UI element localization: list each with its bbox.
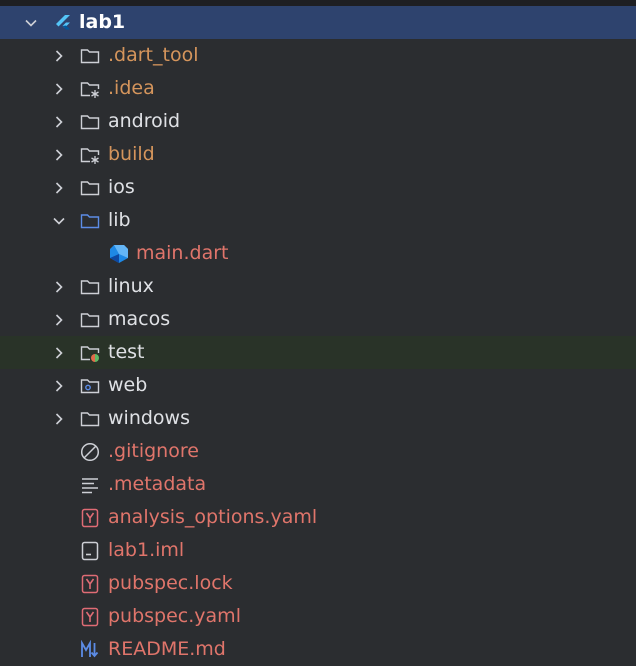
tree-row-readme[interactable]: README.md bbox=[0, 633, 636, 666]
chevron-right-icon[interactable] bbox=[52, 82, 66, 96]
tree-item-label: lab1.iml bbox=[108, 539, 185, 561]
tree-item-label: analysis_options.yaml bbox=[108, 506, 318, 528]
tree-row-analysis-options[interactable]: analysis_options.yaml bbox=[0, 501, 636, 534]
tree-row-lab1-iml[interactable]: lab1.iml bbox=[0, 534, 636, 567]
tree-row-test[interactable]: test bbox=[0, 336, 636, 369]
folder-config-icon bbox=[80, 79, 100, 99]
tree-row-main-dart[interactable]: main.dart bbox=[0, 237, 636, 270]
tree-item-label: .gitignore bbox=[108, 440, 199, 462]
tree-row-dart-tool[interactable]: .dart_tool bbox=[0, 39, 636, 72]
ignore-file-icon bbox=[80, 442, 100, 462]
tree-item-label: ios bbox=[108, 176, 135, 198]
test-folder-icon bbox=[80, 343, 100, 363]
tree-item-label: test bbox=[108, 341, 145, 363]
folder-config-icon bbox=[80, 145, 100, 165]
tree-row-gitignore[interactable]: .gitignore bbox=[0, 435, 636, 468]
chevron-right-icon[interactable] bbox=[52, 280, 66, 294]
tree-root-label: lab1 bbox=[79, 11, 126, 33]
flutter-icon bbox=[53, 13, 73, 33]
chevron-right-icon[interactable] bbox=[52, 49, 66, 63]
folder-icon bbox=[80, 112, 100, 132]
yaml-file-icon bbox=[80, 574, 100, 594]
tree-item-label: pubspec.yaml bbox=[108, 605, 241, 627]
tree-item-label: android bbox=[108, 110, 181, 132]
web-folder-icon bbox=[80, 376, 100, 396]
chevron-right-icon[interactable] bbox=[52, 115, 66, 129]
tree-item-label: .metadata bbox=[108, 473, 207, 495]
tree-row-pubspec-yaml[interactable]: pubspec.yaml bbox=[0, 600, 636, 633]
tree-row-linux[interactable]: linux bbox=[0, 270, 636, 303]
tree-item-label: web bbox=[108, 374, 148, 396]
yaml-file-icon bbox=[80, 607, 100, 627]
chevron-right-icon[interactable] bbox=[52, 412, 66, 426]
tree-item-label: .dart_tool bbox=[108, 44, 199, 66]
tree-item-label: macos bbox=[108, 308, 171, 330]
folder-icon bbox=[80, 310, 100, 330]
tree-item-label: pubspec.lock bbox=[108, 572, 233, 594]
chevron-down-icon[interactable] bbox=[52, 214, 66, 228]
tree-item-label: build bbox=[108, 143, 155, 165]
tree-item-label: .idea bbox=[108, 77, 155, 99]
tree-item-label: windows bbox=[108, 407, 190, 429]
tree-row-macos[interactable]: macos bbox=[0, 303, 636, 336]
text-file-icon bbox=[80, 475, 100, 495]
tree-row-metadata[interactable]: .metadata bbox=[0, 468, 636, 501]
source-folder-icon bbox=[80, 211, 100, 231]
project-tree[interactable]: lab1 .dart_tool .idea android build ios … bbox=[0, 6, 636, 666]
tree-row-pubspec-lock[interactable]: pubspec.lock bbox=[0, 567, 636, 600]
tree-row-idea[interactable]: .idea bbox=[0, 72, 636, 105]
chevron-right-icon[interactable] bbox=[52, 346, 66, 360]
iml-file-icon bbox=[80, 541, 100, 561]
markdown-file-icon bbox=[80, 639, 100, 660]
tree-item-label: lib bbox=[108, 209, 131, 231]
chevron-right-icon[interactable] bbox=[52, 181, 66, 195]
folder-icon bbox=[80, 409, 100, 429]
folder-icon bbox=[80, 178, 100, 198]
tree-row-lab1[interactable]: lab1 bbox=[0, 6, 636, 39]
tree-row-ios[interactable]: ios bbox=[0, 171, 636, 204]
dart-file-icon bbox=[109, 244, 129, 264]
tree-row-android[interactable]: android bbox=[0, 105, 636, 138]
tree-item-label: linux bbox=[108, 275, 154, 297]
chevron-down-icon[interactable] bbox=[24, 16, 38, 30]
tree-item-label: README.md bbox=[108, 638, 226, 660]
tree-row-lib[interactable]: lib bbox=[0, 204, 636, 237]
folder-icon bbox=[80, 277, 100, 297]
chevron-right-icon[interactable] bbox=[52, 313, 66, 327]
chevron-right-icon[interactable] bbox=[52, 148, 66, 162]
yaml-file-icon bbox=[80, 508, 100, 528]
tree-row-windows[interactable]: windows bbox=[0, 402, 636, 435]
tree-row-web[interactable]: web bbox=[0, 369, 636, 402]
tree-item-label: main.dart bbox=[136, 242, 229, 264]
tree-row-build[interactable]: build bbox=[0, 138, 636, 171]
folder-icon bbox=[80, 46, 100, 66]
chevron-right-icon[interactable] bbox=[52, 379, 66, 393]
